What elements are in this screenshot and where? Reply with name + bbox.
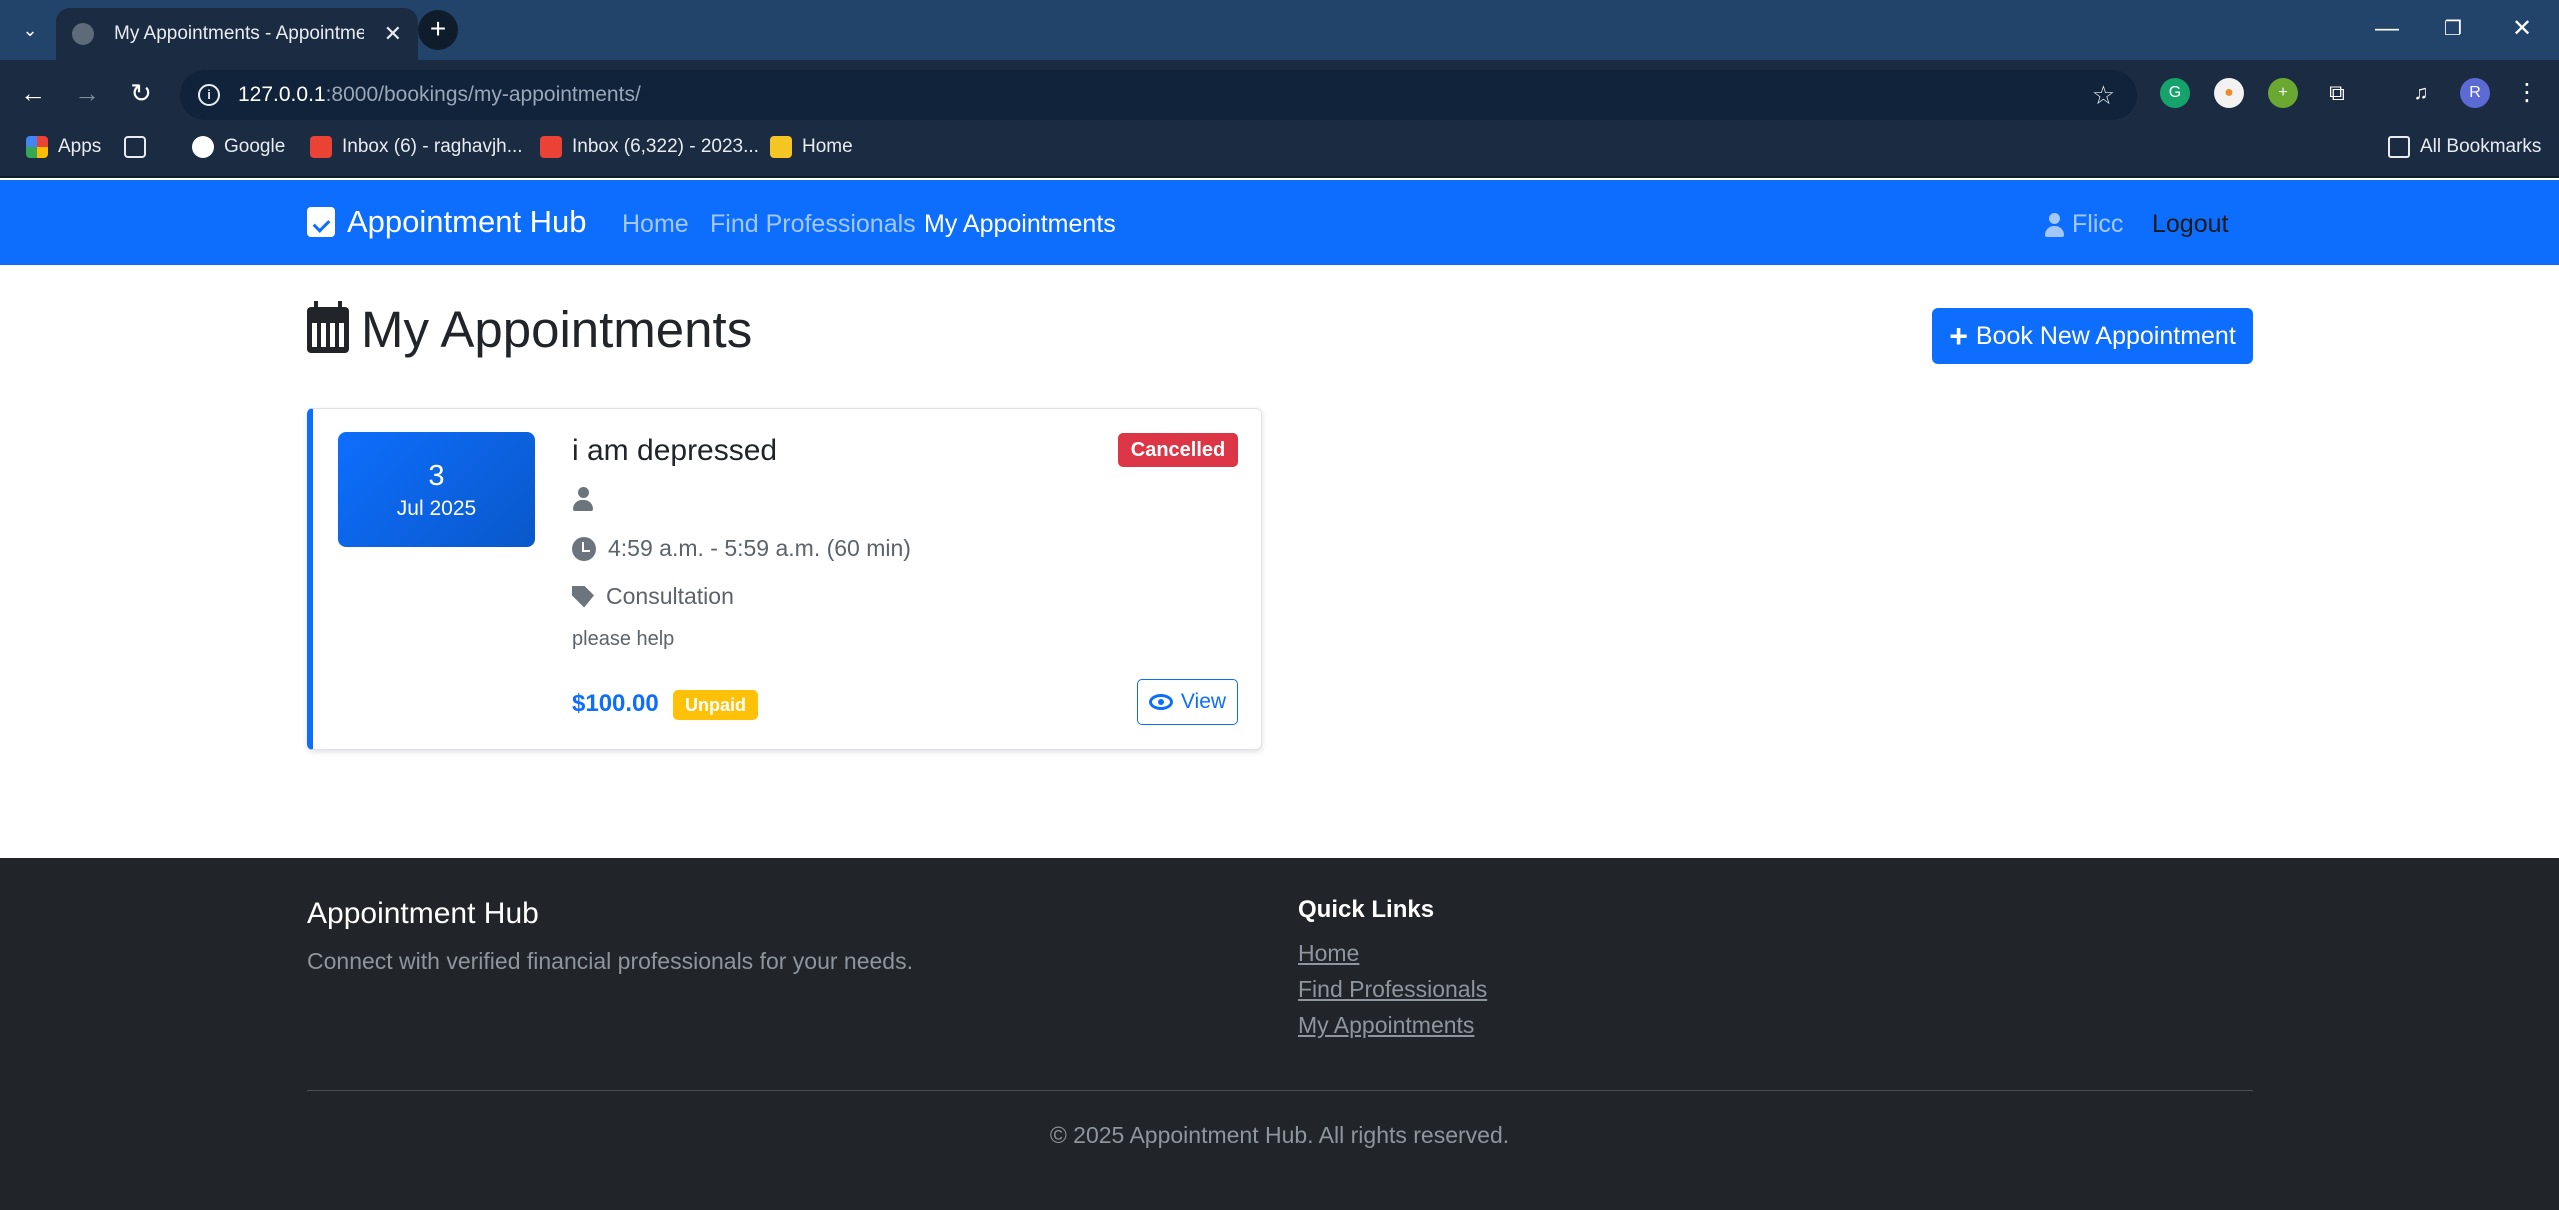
reload-icon[interactable]: ↻ xyxy=(124,76,158,110)
url-path: :8000/bookings/my-appointments/ xyxy=(325,83,641,106)
minimize-icon[interactable]: — xyxy=(2375,14,2399,44)
extension-icon[interactable]: ● xyxy=(2214,78,2244,108)
footer-link-find-professionals[interactable]: Find Professionals xyxy=(1298,976,1487,1003)
apps-grid-icon xyxy=(26,136,48,158)
site-info-icon[interactable]: i xyxy=(198,84,220,106)
tab-close-icon[interactable]: ✕ xyxy=(384,21,402,47)
appointment-type-row: Consultation xyxy=(572,583,734,610)
bookmark-gmail-1[interactable]: Inbox (6) - raghavjh... xyxy=(310,136,523,158)
address-bar[interactable]: i 127.0.0.1 :8000/bookings/my-appointmen… xyxy=(180,70,2137,120)
nav-user[interactable]: Flicc xyxy=(2044,210,2123,239)
tag-icon xyxy=(572,585,594,608)
forward-icon[interactable]: → xyxy=(70,76,104,110)
footer-copyright: © 2025 Appointment Hub. All rights reser… xyxy=(1049,1122,1510,1148)
view-button[interactable]: View xyxy=(1137,679,1238,725)
appointment-notes: please help xyxy=(572,628,675,650)
media-control-icon[interactable]: ♫ xyxy=(2406,78,2436,108)
all-bookmarks[interactable]: All Bookmarks xyxy=(2388,136,2541,158)
nav-my-appointments[interactable]: My Appointments xyxy=(924,210,1116,239)
bookmark-home[interactable]: Home xyxy=(770,136,853,158)
gmail-icon xyxy=(310,136,332,158)
appointment-time-row: 4:59 a.m. - 5:59 a.m. (60 min) xyxy=(572,535,911,562)
brand-link[interactable]: Appointment Hub xyxy=(307,204,587,240)
footer-divider xyxy=(307,1090,2253,1091)
clock-icon xyxy=(572,536,596,561)
bookmark-google[interactable]: Google xyxy=(192,136,285,158)
tab-search-dropdown[interactable]: ⌄ xyxy=(18,18,42,42)
puzzle-extensions-icon[interactable]: ⧉ xyxy=(2322,78,2352,108)
user-icon xyxy=(2044,212,2064,237)
home-bookmark-icon xyxy=(770,136,792,158)
tab-title: My Appointments - Appointment Hub xyxy=(114,23,364,44)
bookmark-grid[interactable] xyxy=(124,136,156,158)
footer-quick-links-title: Quick Links xyxy=(1298,896,1435,923)
folder-icon xyxy=(2388,136,2410,158)
browser-menu-icon[interactable]: ⋮ xyxy=(2512,78,2542,108)
appointment-month-year: Jul 2025 xyxy=(396,497,477,520)
globe-icon xyxy=(72,23,94,45)
grid-icon xyxy=(124,136,146,158)
add-extension-icon[interactable]: + xyxy=(2268,78,2298,108)
footer-brand: Appointment Hub xyxy=(307,897,539,930)
bookmark-gmail-2[interactable]: Inbox (6,322) - 2023... xyxy=(540,136,759,158)
calendar-icon xyxy=(307,300,349,353)
new-tab-button[interactable]: + xyxy=(418,10,458,50)
google-icon xyxy=(192,136,214,158)
footer-tagline: Connect with verified financial professi… xyxy=(307,948,913,974)
plus-icon: + xyxy=(1949,318,1968,354)
browser-tab[interactable]: My Appointments - Appointment Hub ✕ xyxy=(56,8,418,60)
back-icon[interactable]: ← xyxy=(16,76,50,110)
appointment-price: $100.00 xyxy=(572,690,659,717)
footer-link-my-appointments[interactable]: My Appointments xyxy=(1298,1012,1474,1039)
restore-icon[interactable]: ❐ xyxy=(2444,14,2462,44)
close-window-icon[interactable]: ✕ xyxy=(2512,14,2532,44)
nav-home[interactable]: Home xyxy=(622,210,689,239)
book-new-appointment-button[interactable]: + Book New Appointment xyxy=(1932,308,2253,364)
professional-user-icon xyxy=(572,487,594,513)
grammarly-extension-icon[interactable]: G xyxy=(2160,78,2190,108)
footer-link-home[interactable]: Home xyxy=(1298,940,1359,967)
appointment-title: i am depressed xyxy=(572,434,778,467)
nav-find-professionals[interactable]: Find Professionals xyxy=(710,210,916,239)
profile-avatar[interactable]: R xyxy=(2460,78,2490,108)
bookmark-star-icon[interactable]: ☆ xyxy=(2092,80,2115,111)
logout-link[interactable]: Logout xyxy=(2152,210,2228,239)
eye-icon xyxy=(1148,694,1173,710)
payment-badge: Unpaid xyxy=(673,690,758,720)
appointment-day: 3 xyxy=(428,460,445,492)
bookmark-apps[interactable]: Apps xyxy=(26,136,101,158)
url-host: 127.0.0.1 xyxy=(238,83,326,106)
status-badge: Cancelled xyxy=(1118,433,1238,467)
appointment-date-box: 3 Jul 2025 xyxy=(338,432,535,547)
page-title: My Appointments xyxy=(307,300,752,359)
calendar-check-icon xyxy=(307,207,335,237)
gmail-icon xyxy=(540,136,562,158)
